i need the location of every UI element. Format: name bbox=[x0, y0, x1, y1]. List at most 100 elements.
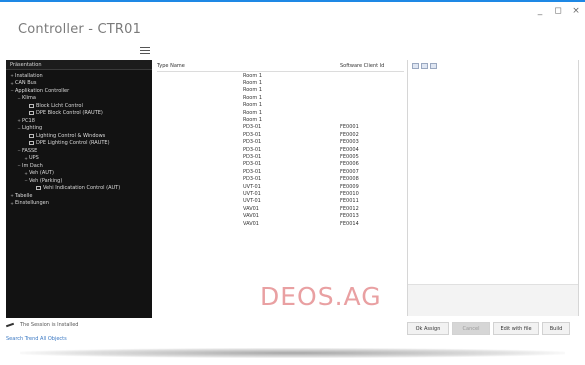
grid-row[interactable]: PD3-01 FE0007 bbox=[157, 168, 404, 175]
tree-node[interactable]: + Veh (AUT) bbox=[6, 170, 152, 178]
tree-node[interactable]: DPE Block Control (RAUTE) bbox=[6, 110, 152, 118]
tree-node[interactable]: Vehi Indicatation Control (AUT) bbox=[6, 185, 152, 193]
minimize-button[interactable]: _ bbox=[535, 6, 545, 16]
cell-software-client-id: FE0008 bbox=[340, 176, 359, 183]
tree-node-label: FASSE bbox=[22, 147, 38, 154]
grid-row[interactable]: UVT-01 FE0010 bbox=[157, 190, 404, 197]
tree-node[interactable]: − Lighting bbox=[6, 125, 152, 133]
grid-row[interactable]: Room 1 bbox=[157, 79, 404, 86]
grid-row[interactable]: PD3-01 FE0002 bbox=[157, 131, 404, 138]
cell-software-client-id: FE0010 bbox=[340, 190, 359, 197]
build-button[interactable]: Build bbox=[542, 322, 570, 335]
window-shadow bbox=[20, 348, 565, 358]
object-grid[interactable]: Type Name Software Client Id Room 1 Room … bbox=[157, 60, 404, 315]
cell-type-name: PD3-01 bbox=[243, 124, 262, 131]
tree-node[interactable]: Lighting Control & Windows bbox=[6, 132, 152, 140]
edit-with-file-button[interactable]: Edit with file bbox=[493, 322, 539, 335]
window-accent-bar bbox=[0, 0, 585, 2]
grid-row[interactable]: PD3-01 FE0004 bbox=[157, 146, 404, 153]
cell-type-name: PD3-01 bbox=[243, 153, 262, 160]
grid-row[interactable]: Room 1 bbox=[157, 87, 404, 94]
plug-icon bbox=[5, 322, 16, 328]
tree-node[interactable]: − Veh (Parking) bbox=[6, 177, 152, 185]
tree-node-label: UPS bbox=[29, 155, 39, 162]
status-bar: The Session is Installed bbox=[5, 322, 79, 328]
grid-row[interactable]: PD3-01 FE0003 bbox=[157, 139, 404, 146]
tree-node-label: CAN Bus bbox=[15, 80, 37, 87]
list-view-icon[interactable] bbox=[421, 63, 428, 69]
grid-row[interactable]: Room 1 bbox=[157, 109, 404, 116]
column-header-software-client-id[interactable]: Software Client Id bbox=[340, 60, 404, 71]
object-icon bbox=[36, 186, 41, 191]
tree-node-label: DPE Block Control (RAUTE) bbox=[36, 110, 103, 117]
cell-software-client-id: FE0012 bbox=[340, 205, 359, 212]
hamburger-menu-icon[interactable] bbox=[139, 45, 151, 56]
tree-node[interactable]: DPE Lighting Control (RAUTE) bbox=[6, 140, 152, 148]
cell-software-client-id: FE0013 bbox=[340, 213, 359, 220]
column-header-type-name[interactable]: Type Name bbox=[157, 60, 340, 71]
tree-node[interactable]: Block Licht Control bbox=[6, 102, 152, 110]
tree-node[interactable]: + Tabelle bbox=[6, 192, 152, 200]
grid-row[interactable]: VAV01 FE0014 bbox=[157, 220, 404, 227]
tree-node[interactable]: − FASSE bbox=[6, 147, 152, 155]
cell-type-name: Room 1 bbox=[243, 72, 263, 79]
properties-panel bbox=[407, 60, 579, 316]
tree-node-label: Veh (Parking) bbox=[29, 177, 63, 184]
tree-node[interactable]: − Applikation Controller bbox=[6, 87, 152, 95]
cell-type-name: VAV01 bbox=[243, 220, 259, 227]
tree-node[interactable]: + Installation bbox=[6, 72, 152, 80]
cell-software-client-id: FE0011 bbox=[340, 198, 359, 205]
cell-type-name: PD3-01 bbox=[243, 176, 262, 183]
tree-toolbar bbox=[6, 44, 153, 58]
grid-row[interactable]: PD3-01 FE0005 bbox=[157, 153, 404, 160]
ok-assign-button[interactable]: Ok Assign bbox=[407, 322, 449, 335]
grid-row[interactable]: VAV01 FE0013 bbox=[157, 212, 404, 219]
tree-node-label: Lighting bbox=[22, 125, 43, 132]
cell-software-client-id: FE0006 bbox=[340, 161, 359, 168]
tree-node[interactable]: + UPS bbox=[6, 155, 152, 163]
status-text: The Session is Installed bbox=[20, 322, 79, 328]
grid-row[interactable]: Room 1 bbox=[157, 102, 404, 109]
window-title: Controller - CTR01 bbox=[18, 22, 142, 37]
tree-node-label: Veh (AUT) bbox=[29, 170, 54, 177]
cell-software-client-id: FE0004 bbox=[340, 146, 359, 153]
grid-row[interactable]: PD3-01 FE0006 bbox=[157, 161, 404, 168]
action-buttons: Ok Assign Cancel Edit with file Build bbox=[407, 322, 570, 335]
grid-row[interactable]: UVT-01 FE0011 bbox=[157, 198, 404, 205]
grid-row[interactable]: Room 1 bbox=[157, 94, 404, 101]
grid-view-icon[interactable] bbox=[412, 63, 419, 69]
status-link[interactable]: Search Trend All Objects bbox=[6, 336, 67, 342]
tree-node-label: Einstellungen bbox=[15, 200, 49, 207]
cell-software-client-id: FE0003 bbox=[340, 139, 359, 146]
tree-node[interactable]: − Im Dach bbox=[6, 162, 152, 170]
cell-software-client-id: FE0001 bbox=[340, 124, 359, 131]
properties-toolbar bbox=[412, 63, 437, 69]
close-button[interactable]: × bbox=[571, 6, 581, 16]
tree-node-label: Klima bbox=[22, 95, 36, 102]
details-view-icon[interactable] bbox=[430, 63, 437, 69]
tree-node-label: Installation bbox=[15, 72, 43, 79]
grid-row[interactable]: VAV01 FE0012 bbox=[157, 205, 404, 212]
grid-row[interactable]: UVT-01 FE0009 bbox=[157, 183, 404, 190]
cell-type-name: UVT-01 bbox=[243, 190, 261, 197]
maximize-button[interactable]: ◻ bbox=[553, 6, 563, 16]
grid-row[interactable]: Room 1 bbox=[157, 116, 404, 123]
cell-type-name: Room 1 bbox=[243, 109, 263, 116]
tree-node[interactable]: − Klima bbox=[6, 95, 152, 103]
cell-type-name: PD3-01 bbox=[243, 161, 262, 168]
grid-row[interactable]: Room 1 bbox=[157, 72, 404, 79]
cancel-button[interactable]: Cancel bbox=[452, 322, 490, 335]
tree-node[interactable]: + Einstellungen bbox=[6, 200, 152, 208]
tree-node-label: DPE Lighting Control (RAUTE) bbox=[36, 140, 110, 147]
grid-row[interactable]: PD3-01 FE0008 bbox=[157, 175, 404, 182]
cell-software-client-id: FE0002 bbox=[340, 131, 359, 138]
grid-row[interactable]: PD3-01 FE0001 bbox=[157, 124, 404, 131]
tree-header: Präsentation bbox=[6, 60, 152, 70]
tree-node[interactable]: + CAN Bus bbox=[6, 80, 152, 88]
controller-window: Controller - CTR01 _ ◻ × Präsentation + I… bbox=[0, 0, 585, 345]
presentation-tree[interactable]: Präsentation + Installation + CAN Bus − Appli… bbox=[6, 60, 152, 318]
tree-node[interactable]: + PC18 bbox=[6, 117, 152, 125]
tree-node-label: Block Licht Control bbox=[36, 102, 83, 109]
cell-type-name: Room 1 bbox=[243, 80, 263, 87]
cell-software-client-id: FE0005 bbox=[340, 153, 359, 160]
